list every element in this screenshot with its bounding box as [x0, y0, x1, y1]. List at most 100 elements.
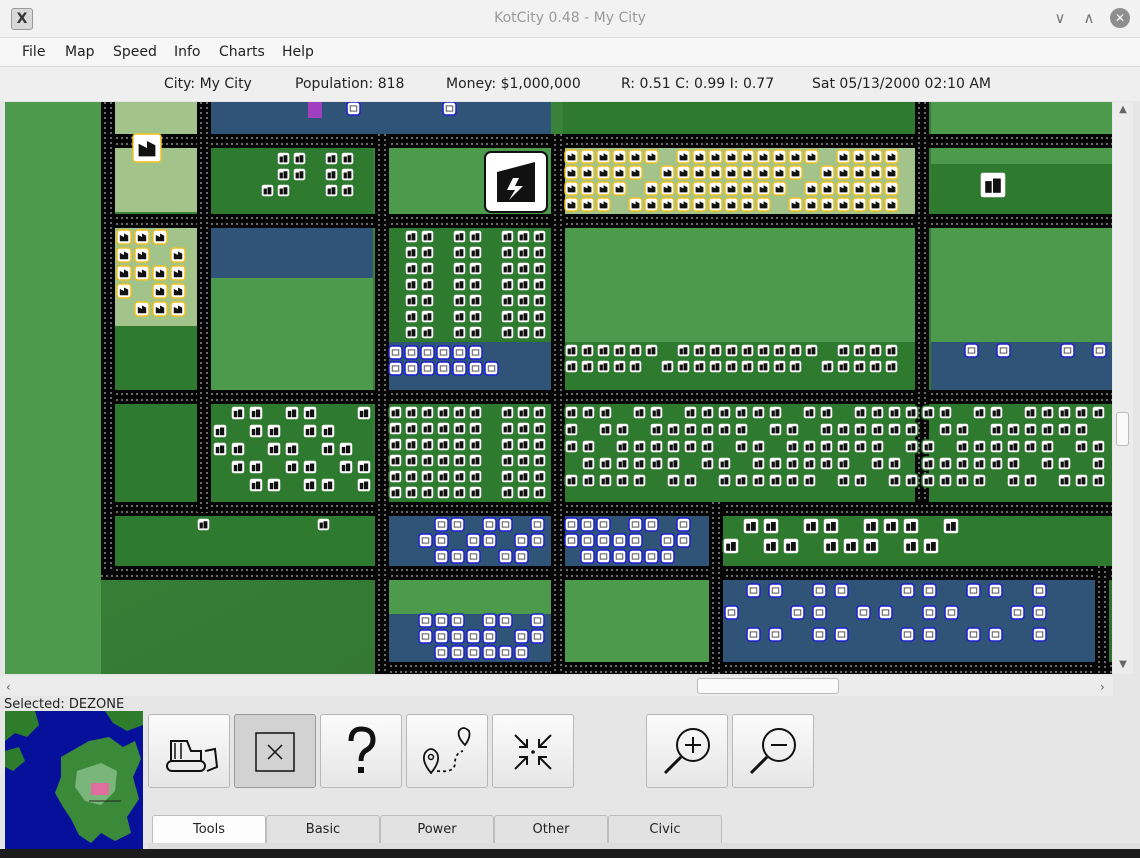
menu-help[interactable]: Help [282, 44, 314, 60]
house-glyph [471, 426, 475, 433]
zoom-out-button[interactable] [732, 714, 814, 788]
house-glyph [758, 460, 763, 468]
city-map-canvas[interactable] [5, 102, 1112, 674]
house-glyph [1064, 460, 1069, 468]
house-glyph [233, 410, 238, 418]
menu-file[interactable]: File [22, 44, 45, 60]
house-glyph [439, 410, 443, 417]
house-glyph [635, 444, 639, 451]
house-glyph [894, 477, 899, 485]
house-glyph [328, 427, 333, 436]
building-tile [644, 517, 659, 532]
zoom-in-button[interactable] [646, 714, 728, 788]
residential-building [785, 439, 800, 454]
residential-building [852, 343, 867, 358]
residential-building [284, 459, 300, 475]
residential-building [420, 437, 435, 452]
house-glyph [656, 409, 661, 417]
recenter-button[interactable] [492, 714, 574, 788]
scroll-right-icon[interactable]: › [1100, 680, 1105, 694]
house-glyph [605, 460, 610, 468]
house-glyph [635, 478, 639, 485]
tab-basic[interactable]: Basic [266, 815, 380, 845]
residential-building [420, 277, 435, 292]
house-glyph [690, 409, 695, 417]
minimap-viewport[interactable] [91, 783, 109, 795]
house-glyph [535, 442, 539, 449]
house-glyph [1030, 409, 1035, 417]
commercial-building [1060, 343, 1075, 358]
house-glyph [851, 542, 856, 551]
residential-building [500, 309, 515, 324]
house-glyph [771, 427, 775, 434]
commercial-building [450, 613, 465, 628]
house-glyph [673, 426, 678, 434]
building-tile [498, 517, 513, 532]
house-glyph [873, 444, 877, 451]
house-glyph [455, 298, 459, 305]
query-button[interactable] [320, 714, 402, 788]
residential-building [196, 517, 211, 532]
building-tile [498, 549, 513, 564]
route-button[interactable] [406, 714, 488, 788]
house-glyph [455, 250, 459, 257]
tab-other[interactable]: Other [494, 815, 608, 845]
tab-tools[interactable]: Tools [152, 815, 266, 846]
house-glyph [652, 410, 656, 417]
house-glyph [269, 482, 274, 490]
residential-building [420, 261, 435, 276]
scroll-down-icon[interactable]: ▼ [1118, 660, 1128, 670]
residential-building [532, 453, 547, 468]
residential-building [676, 343, 691, 358]
map-vertical-scrollbar[interactable]: ▲ ▼ [1113, 102, 1133, 674]
house-glyph [975, 410, 979, 417]
dezone-button[interactable] [234, 714, 316, 788]
commercial-building [596, 533, 611, 548]
house-glyph [827, 363, 832, 371]
commercial-building [530, 533, 545, 548]
house-glyph [622, 460, 627, 468]
map-horizontal-scrollbar[interactable]: ‹ › [0, 676, 1113, 696]
residential-building [1074, 422, 1089, 437]
house-glyph [724, 460, 729, 468]
menu-bar: File Map Speed Info Charts Help [0, 38, 1140, 67]
horizontal-scroll-thumb[interactable] [697, 678, 839, 694]
house-glyph [751, 522, 756, 531]
close-icon[interactable]: ✕ [1110, 8, 1130, 28]
scroll-left-icon[interactable]: ‹ [6, 680, 11, 694]
vertical-scroll-thumb[interactable] [1116, 412, 1129, 446]
tab-civic[interactable]: Civic [608, 815, 722, 845]
building-tile [436, 361, 451, 376]
building-tile [856, 605, 871, 620]
building-tile [436, 345, 451, 360]
money: Money: $1,000,000 [446, 76, 581, 92]
residential-building [649, 439, 664, 454]
industrial-building [596, 149, 611, 164]
house-glyph [775, 460, 780, 468]
residential-building [708, 343, 723, 358]
menu-info[interactable]: Info [174, 44, 201, 60]
menu-charts[interactable]: Charts [219, 44, 265, 60]
minimap[interactable] [5, 711, 143, 849]
house-glyph [407, 426, 411, 433]
residential-building [532, 437, 547, 452]
house-glyph [411, 489, 416, 497]
minimap-canvas[interactable] [5, 711, 143, 849]
tab-power[interactable]: Power [380, 815, 494, 845]
building-tile [530, 629, 545, 644]
residential-building [887, 422, 902, 437]
bulldoze-button[interactable] [148, 714, 230, 788]
commercial-building [442, 102, 457, 116]
house-glyph [826, 443, 831, 451]
scroll-up-icon[interactable]: ▲ [1118, 105, 1128, 115]
city-map[interactable] [5, 102, 1112, 674]
industrial-building [724, 181, 739, 196]
menu-speed[interactable]: Speed [113, 44, 157, 60]
menu-map[interactable]: Map [65, 44, 95, 60]
house-glyph [503, 458, 507, 465]
maximize-icon[interactable]: ∧ [1079, 8, 1099, 28]
industrial-building [772, 181, 787, 196]
minimize-icon[interactable]: ∨ [1050, 8, 1070, 28]
house-glyph [427, 409, 432, 417]
house-glyph [806, 523, 811, 531]
